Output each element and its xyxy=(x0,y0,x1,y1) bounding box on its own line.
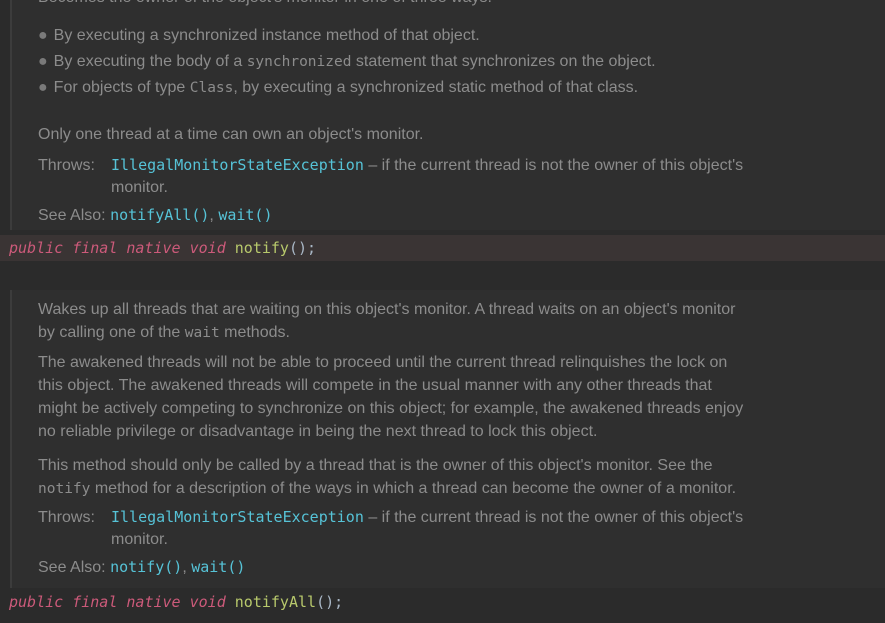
throws-label: Throws: xyxy=(38,157,95,174)
method-name: notify xyxy=(234,239,289,257)
throws-row: Throws: IllegalMonitorStateException – if… xyxy=(38,154,805,177)
bullet-text: By executing the body of a xyxy=(53,53,247,70)
method-signature-notifyall[interactable]: public final native void notifyAll(); xyxy=(0,589,885,615)
list-item: ● By executing the body of a synchronized… xyxy=(38,50,805,74)
inline-code: notify xyxy=(38,481,91,497)
throws-row: Throws: IllegalMonitorStateException – if… xyxy=(38,506,805,529)
keyword-native: native xyxy=(126,593,181,611)
bullet-icon: ● xyxy=(38,79,48,96)
doc-paragraph-line: Wakes up all threads that are waiting on… xyxy=(38,301,736,318)
bullet-text: , by executing a synchronized static met… xyxy=(233,79,639,96)
list-item: ● For objects of type Class, by executing… xyxy=(38,76,805,100)
inline-code: wait xyxy=(184,325,220,341)
separator: , xyxy=(182,559,187,576)
text: by calling one of the xyxy=(38,324,185,341)
doc-cut-line: Becomes the owner of the object's monito… xyxy=(38,0,805,9)
bullet-text: statement that synchronizes on the objec… xyxy=(351,53,656,70)
keyword-native: native xyxy=(126,239,181,257)
text: method for a description of the ways in … xyxy=(90,480,737,497)
doc-paragraph-line: The awakened threads will not be able to… xyxy=(38,354,728,371)
throws-description: – if the current thread is not the owner… xyxy=(363,157,744,174)
see-also-link-notifyall[interactable]: notifyAll() xyxy=(110,206,209,224)
javadoc-block-notify: Becomes the owner of the object's monito… xyxy=(10,0,885,230)
exception-link[interactable]: IllegalMonitorStateException xyxy=(111,156,364,174)
list-item: ● By executing a synchronized instance me… xyxy=(38,24,805,47)
doc-paragraph: Only one thread at a time can own an obj… xyxy=(38,126,424,143)
see-also-label: See Also: xyxy=(38,559,106,576)
throws-description-cont: monitor. xyxy=(111,531,168,548)
signature-tail: (); xyxy=(288,239,317,257)
keyword-public: public xyxy=(9,239,64,257)
doc-paragraph-line: this object. The awakened threads will c… xyxy=(38,377,712,394)
keyword-void: void xyxy=(189,593,226,611)
bullet-icon: ● xyxy=(38,27,48,44)
inline-code: synchronized xyxy=(246,54,352,70)
see-also-label: See Also: xyxy=(38,207,106,224)
bullet-text: By executing a synchronized instance met… xyxy=(53,27,480,44)
see-also-link-notify[interactable]: notify() xyxy=(110,558,182,576)
doc-paragraph-line: might be actively competing to synchroni… xyxy=(38,400,744,417)
see-also-row: See Also: notify(), wait() xyxy=(38,556,805,579)
throws-description: – if the current thread is not the owner… xyxy=(363,509,744,526)
keyword-void: void xyxy=(189,239,226,257)
text: methods. xyxy=(219,324,290,341)
javadoc-block-notifyall: Wakes up all threads that are waiting on… xyxy=(10,290,885,588)
method-name: notifyAll xyxy=(234,593,317,611)
separator: , xyxy=(209,207,214,224)
keyword-final: final xyxy=(72,593,118,611)
keyword-public: public xyxy=(9,593,64,611)
doc-paragraph-line: notify method for a description of the w… xyxy=(38,477,805,501)
method-signature-notify[interactable]: public final native void notify(); xyxy=(0,235,885,261)
doc-paragraph-line: by calling one of the wait methods. xyxy=(38,321,805,345)
doc-paragraph-line: This method should only be called by a t… xyxy=(38,457,713,474)
see-also-link-wait[interactable]: wait() xyxy=(218,206,272,224)
see-also-row: See Also: notifyAll(), wait() xyxy=(38,204,805,227)
keyword-final: final xyxy=(72,239,118,257)
throws-label: Throws: xyxy=(38,509,95,526)
exception-link[interactable]: IllegalMonitorStateException xyxy=(111,508,364,526)
bullet-icon: ● xyxy=(38,53,48,70)
signature-tail: (); xyxy=(316,593,344,611)
inline-code: Class xyxy=(189,80,234,96)
throws-description-cont: monitor. xyxy=(111,179,168,196)
see-also-link-wait[interactable]: wait() xyxy=(191,558,245,576)
bullet-text: For objects of type xyxy=(53,79,190,96)
doc-paragraph-line: no reliable privilege or disadvantage in… xyxy=(38,423,598,440)
